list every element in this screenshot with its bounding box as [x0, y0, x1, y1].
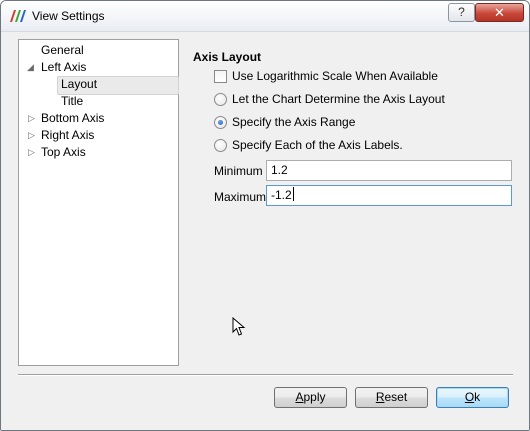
tree-item-label: Bottom Axis: [41, 111, 105, 125]
log-scale-label[interactable]: Use Logarithmic Scale When Available: [232, 69, 438, 83]
app-icon: [10, 10, 26, 22]
radio-specify-range[interactable]: [214, 116, 227, 129]
help-button[interactable]: ?: [448, 3, 475, 22]
tree-item-right-axis[interactable]: Right Axis: [41, 127, 94, 144]
minimum-value: 1.2: [271, 163, 288, 177]
window-title: View Settings: [32, 9, 105, 23]
close-button[interactable]: ✕: [475, 3, 524, 22]
radio-selected-dot: [218, 120, 223, 125]
tree-item-label: Top Axis: [41, 145, 86, 159]
ok-button[interactable]: Ok: [436, 387, 509, 408]
minimum-input[interactable]: 1.2: [266, 160, 512, 181]
log-scale-checkbox[interactable]: [214, 70, 227, 83]
radio-specify-labels[interactable]: [214, 139, 227, 152]
tree-item-top-axis[interactable]: Top Axis: [41, 144, 86, 161]
section-title: Axis Layout: [193, 50, 262, 64]
ok-label: k: [474, 390, 481, 404]
ok-mnemonic: O: [464, 390, 475, 404]
footer-divider: [18, 374, 513, 376]
apply-button[interactable]: Apply: [274, 387, 347, 408]
maximum-value: -1.2: [271, 188, 292, 202]
settings-tree[interactable]: General ◢ Left Axis Layout Title ▷ Botto…: [18, 39, 179, 366]
radio-chart-determine[interactable]: [214, 93, 227, 106]
maximum-label: Maximum: [214, 190, 267, 204]
radio-specify-range-label[interactable]: Specify the Axis Range: [232, 115, 355, 129]
dialog-body: General ◢ Left Axis Layout Title ▷ Botto…: [1, 32, 529, 430]
tree-item-label: Layout: [61, 77, 98, 91]
close-icon: ✕: [494, 5, 505, 20]
tree-item-label: Title: [61, 94, 84, 108]
tree-item-title[interactable]: Title: [61, 93, 83, 110]
collapsed-arrow-icon[interactable]: ▷: [28, 131, 37, 140]
mouse-pointer-icon: [232, 317, 246, 336]
collapsed-arrow-icon[interactable]: ▷: [28, 114, 37, 123]
maximum-input[interactable]: -1.2: [266, 185, 512, 206]
view-settings-dialog: View Settings ? ✕ General ◢ Left Axis La…: [0, 0, 530, 431]
tree-item-label: General: [41, 43, 84, 57]
tree-item-general[interactable]: General: [41, 42, 84, 59]
tree-item-left-axis[interactable]: Left Axis: [41, 59, 86, 76]
apply-label: pply: [303, 390, 326, 404]
title-bar[interactable]: View Settings ? ✕: [1, 1, 529, 32]
help-icon: ?: [458, 5, 465, 19]
expanded-arrow-icon[interactable]: ◢: [27, 63, 36, 72]
reset-button[interactable]: Reset: [355, 387, 428, 408]
minimum-label: Minimum: [214, 164, 263, 178]
reset-label: eset: [384, 390, 408, 404]
tree-item-label: Left Axis: [41, 60, 87, 74]
collapsed-arrow-icon[interactable]: ▷: [28, 148, 37, 157]
radio-specify-labels-label[interactable]: Specify Each of the Axis Labels.: [232, 138, 403, 152]
tree-item-label: Right Axis: [41, 128, 95, 142]
radio-chart-determine-label[interactable]: Let the Chart Determine the Axis Layout: [232, 92, 445, 106]
tree-item-bottom-axis[interactable]: Bottom Axis: [41, 110, 104, 127]
apply-mnemonic: A: [295, 390, 304, 404]
text-caret: [292, 187, 294, 201]
